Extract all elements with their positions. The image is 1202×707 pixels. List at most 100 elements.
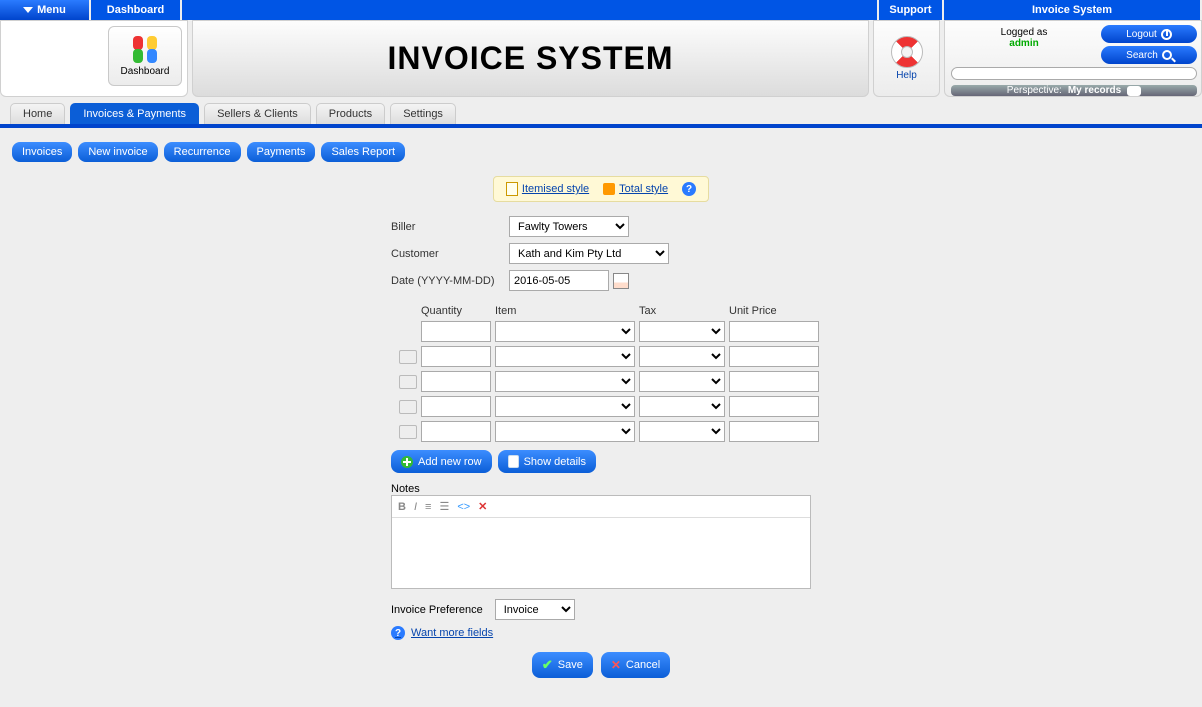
- perspective-prefix: Perspective:: [1007, 85, 1062, 96]
- quantity-input[interactable]: [421, 346, 491, 367]
- code-icon[interactable]: <>: [457, 501, 470, 513]
- unit-price-input[interactable]: [729, 346, 819, 367]
- want-more-label: Want more fields: [411, 627, 493, 639]
- unordered-list-icon[interactable]: ☰: [439, 500, 449, 513]
- unit-price-input[interactable]: [729, 371, 819, 392]
- date-wrap: [509, 270, 811, 291]
- dashboard-tile[interactable]: Dashboard: [108, 26, 182, 86]
- tax-select[interactable]: [639, 346, 725, 367]
- subnav-sales-report[interactable]: Sales Report: [321, 142, 405, 162]
- topbar-system-name: Invoice System: [944, 0, 1202, 20]
- quantity-input[interactable]: [421, 421, 491, 442]
- save-button[interactable]: ✔ Save: [532, 652, 593, 678]
- topbar-tab-support[interactable]: Support: [877, 0, 944, 20]
- preference-select[interactable]: Invoice: [495, 599, 575, 620]
- sub-nav: Invoices New invoice Recurrence Payments…: [0, 128, 1202, 176]
- notes-textarea[interactable]: [392, 518, 810, 588]
- notes-label: Notes: [391, 483, 811, 495]
- total-style-link[interactable]: Total style: [603, 183, 668, 195]
- perspective-value: My records: [1068, 85, 1121, 96]
- item-action-buttons: Add new row Show details: [391, 450, 811, 473]
- item-select[interactable]: [495, 371, 635, 392]
- logout-button[interactable]: Logout: [1101, 25, 1197, 43]
- itemised-style-link[interactable]: Itemised style: [506, 182, 589, 196]
- panel-support[interactable]: Help: [873, 20, 940, 97]
- row-handle-icon[interactable]: [399, 350, 417, 364]
- save-label: Save: [558, 659, 583, 671]
- search-button[interactable]: Search: [1101, 46, 1197, 64]
- bold-icon[interactable]: B: [398, 501, 406, 513]
- logged-as-block: Logged as admin: [951, 25, 1097, 64]
- unit-price-input[interactable]: [729, 421, 819, 442]
- unit-price-input[interactable]: [729, 321, 819, 342]
- unit-price-input[interactable]: [729, 396, 819, 417]
- subnav-new-invoice[interactable]: New invoice: [78, 142, 157, 162]
- system-name-label: Invoice System: [1032, 4, 1112, 16]
- subnav-payments[interactable]: Payments: [247, 142, 316, 162]
- cancel-button[interactable]: ✕ Cancel: [601, 652, 670, 678]
- calendar-icon[interactable]: [613, 273, 629, 289]
- lifebuoy-icon: [891, 36, 923, 68]
- final-buttons: ✔ Save ✕ Cancel: [391, 652, 811, 678]
- tax-select[interactable]: [639, 396, 725, 417]
- item-row: [391, 421, 811, 442]
- item-row: [391, 396, 811, 417]
- quantity-input[interactable]: [421, 371, 491, 392]
- logged-as-label: Logged as: [951, 27, 1097, 38]
- tax-select[interactable]: [639, 371, 725, 392]
- tax-select[interactable]: [639, 321, 725, 342]
- search-input[interactable]: [951, 67, 1197, 80]
- want-more-fields-link[interactable]: ? Want more fields: [391, 626, 811, 640]
- menu-button[interactable]: Menu: [0, 0, 91, 20]
- help-icon[interactable]: ?: [682, 182, 696, 196]
- items-header: Quantity Item Tax Unit Price: [391, 305, 811, 321]
- show-details-button[interactable]: Show details: [498, 450, 596, 473]
- tab-settings[interactable]: Settings: [390, 103, 456, 124]
- italic-icon[interactable]: I: [414, 501, 417, 513]
- item-select[interactable]: [495, 396, 635, 417]
- perspective-bar[interactable]: Perspective: My records: [951, 85, 1197, 96]
- tab-products[interactable]: Products: [316, 103, 385, 124]
- row-handle-icon[interactable]: [399, 400, 417, 414]
- tab-home[interactable]: Home: [10, 103, 65, 124]
- add-new-row-button[interactable]: Add new row: [391, 450, 492, 473]
- check-icon: ✔: [542, 657, 553, 673]
- item-row: [391, 321, 811, 342]
- ordered-list-icon[interactable]: ≡: [425, 501, 431, 513]
- total-label: Total style: [619, 183, 668, 195]
- menu-triangle-icon: [23, 7, 33, 13]
- subnav-recurrence[interactable]: Recurrence: [164, 142, 241, 162]
- panels-row: Dashboard INVOICE SYSTEM Help Logged as …: [0, 20, 1202, 97]
- show-details-label: Show details: [524, 456, 586, 468]
- subnav-invoices[interactable]: Invoices: [12, 142, 72, 162]
- items-section: Quantity Item Tax Unit Price: [391, 305, 811, 442]
- tab-invoices-payments[interactable]: Invoices & Payments: [70, 103, 199, 124]
- panel-center: INVOICE SYSTEM: [192, 20, 869, 97]
- item-select[interactable]: [495, 321, 635, 342]
- customer-select[interactable]: Kath and Kim Pty Ltd: [509, 243, 669, 264]
- row-handle-icon[interactable]: [399, 375, 417, 389]
- col-item: Item: [495, 305, 635, 317]
- top-bar: Menu Dashboard Support Invoice System: [0, 0, 1202, 20]
- item-select[interactable]: [495, 421, 635, 442]
- tab-sellers-clients[interactable]: Sellers & Clients: [204, 103, 311, 124]
- clear-icon[interactable]: ✕: [478, 500, 487, 513]
- invoice-form: Biller Fawlty Towers Customer Kath and K…: [391, 216, 811, 678]
- cancel-label: Cancel: [626, 659, 660, 671]
- topbar-spacer: [182, 0, 877, 20]
- quantity-input[interactable]: [421, 396, 491, 417]
- plus-icon: [401, 456, 413, 468]
- biller-select[interactable]: Fawlty Towers: [509, 216, 629, 237]
- item-select[interactable]: [495, 346, 635, 367]
- date-input[interactable]: [509, 270, 609, 291]
- biller-label: Biller: [391, 221, 509, 233]
- quantity-input[interactable]: [421, 321, 491, 342]
- style-toggle-box: Itemised style Total style ?: [493, 176, 709, 202]
- page-icon: [508, 455, 519, 468]
- row-handle-icon[interactable]: [399, 425, 417, 439]
- dashboard-icon: [131, 35, 159, 63]
- topbar-tab-dashboard[interactable]: Dashboard: [91, 0, 182, 20]
- tax-select[interactable]: [639, 421, 725, 442]
- power-icon: [1161, 29, 1172, 40]
- preference-label: Invoice Preference: [391, 604, 483, 616]
